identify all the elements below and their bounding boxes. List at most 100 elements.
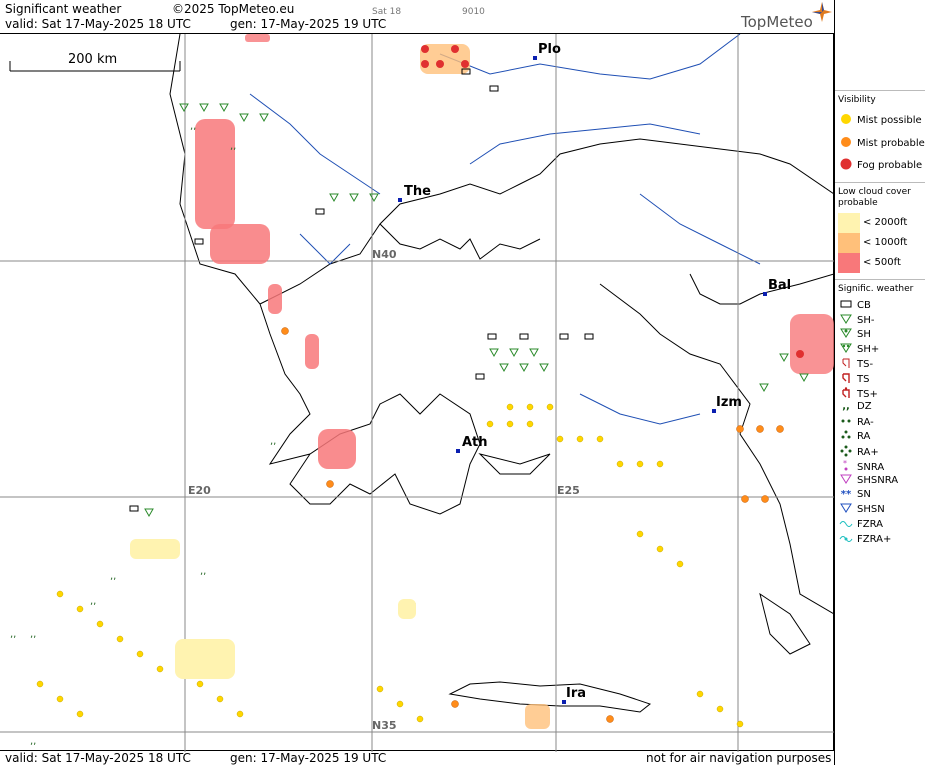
legend-item: Mist probable: [838, 136, 925, 152]
chart-title: Significant weather: [5, 2, 122, 16]
svg-text:,,: ,,: [190, 121, 196, 132]
grid-label-e20: E20: [188, 484, 211, 497]
snow-icon: **: [840, 488, 852, 500]
legend-item: SHSNRA: [838, 474, 898, 488]
legend-item: CB: [838, 299, 871, 313]
legend-item: FZRA: [838, 518, 883, 532]
legend-label: SNRA: [857, 461, 885, 473]
legend-label: Fog probable: [857, 160, 923, 171]
legend-item: SH-: [838, 314, 874, 328]
thunderstorm-heavy-icon: [838, 386, 854, 403]
footer-gen-time: gen: 17-May-2025 19 UTC: [230, 751, 387, 765]
city-label-bal: Bal: [768, 278, 792, 293]
scale-label: 200 km: [68, 52, 118, 67]
city-label-izm: Izm: [716, 395, 742, 410]
legend-label: < 500ft: [863, 257, 901, 268]
legend-label: SN: [857, 488, 871, 500]
shower-light-icon: [838, 314, 854, 328]
legend-item: TS: [838, 372, 869, 388]
fog-probable-icon: [838, 158, 854, 174]
footer-disclaimer: not for air navigation purposes: [646, 751, 832, 765]
compass-logo-icon: [812, 2, 832, 22]
svg-text:,,: ,,: [30, 736, 36, 747]
legend-visibility-title: Visibility: [838, 95, 876, 105]
weather-map: ,,,,,, ,,,,,, ,,,,,, 200 km Plo The Bal …: [0, 33, 834, 752]
svg-text:,,: ,,: [230, 141, 236, 152]
copyright: ©2025 TopMeteo.eu: [172, 2, 295, 16]
grid-label-e25: E25: [557, 484, 580, 497]
legend-item: RA+: [838, 445, 879, 461]
legend-low-cloud-title: Low cloud cover probable: [838, 187, 911, 208]
legend-label: SH-: [857, 314, 875, 326]
shower-heavy-icon: [838, 343, 854, 357]
legend-label: TS-: [857, 359, 874, 371]
shower-snow-icon: [838, 503, 854, 517]
legend-item: * SNRA: [838, 459, 885, 476]
rain-heavy-icon: [838, 445, 854, 461]
footer-valid-time: valid: Sat 17-May-2025 18 UTC: [5, 751, 191, 765]
legend-item: RA-: [838, 416, 874, 430]
shower-icon: [838, 328, 854, 342]
low-cloud-gradient-icon: [838, 213, 860, 273]
city-label-ira: Ira: [566, 686, 587, 701]
legend-item: ** SN: [838, 489, 871, 501]
legend-item: Mist possible: [838, 113, 922, 129]
thunderstorm-icon: [838, 372, 854, 388]
legend-label: DZ: [857, 401, 872, 413]
valid-time: valid: Sat 17-May-2025 18 UTC: [5, 17, 191, 31]
drizzle-icon: ,,: [842, 401, 850, 413]
legend-item: RA: [838, 430, 870, 444]
legend-item: ,, DZ: [838, 401, 872, 413]
legend-label: CB: [857, 300, 871, 311]
legend-label: Mist probable: [857, 138, 925, 149]
gen-time: gen: 17-May-2025 19 UTC: [230, 17, 387, 31]
legend-label: Mist possible: [857, 115, 922, 126]
legend-item: Fog probable: [838, 158, 922, 174]
legend-item: TS+: [838, 386, 878, 403]
legend-label: < 2000ft: [863, 217, 908, 228]
low-cloud-areas: [130, 34, 834, 729]
legend-item: SHSN: [838, 503, 885, 517]
grid-label-n40: N40: [372, 248, 397, 261]
mist-probable-icon: [838, 136, 854, 152]
svg-text:*: *: [843, 460, 847, 468]
freezing-rain-icon: [838, 518, 854, 532]
svg-text:,,: ,,: [110, 571, 116, 582]
legend-signif-title: Signific. weather: [838, 284, 914, 294]
svg-text:,,: ,,: [200, 566, 206, 577]
legend-label: TS: [857, 374, 870, 385]
city-label-ath: Ath: [462, 435, 488, 450]
svg-text:,,: ,,: [90, 596, 96, 607]
legend-item: SH+: [838, 343, 879, 357]
rain-icon: [838, 430, 854, 444]
svg-text:,,: ,,: [270, 436, 276, 447]
cb-icon: [838, 299, 854, 313]
legend-label: FZRA+: [857, 533, 892, 545]
legend-label: RA+: [857, 447, 879, 458]
legend-label: SHSNRA: [857, 475, 899, 487]
rain-light-icon: [838, 416, 854, 430]
legend-panel: Visibility Mist possible Mist probable F…: [834, 0, 925, 765]
legend-item: SH: [838, 328, 871, 342]
snow-rain-icon: *: [838, 459, 854, 476]
shower-snow-rain-icon: [838, 474, 854, 488]
legend-label: TS+: [857, 388, 878, 400]
legend-label: FZRA: [857, 519, 883, 530]
city-label-the: The: [404, 184, 431, 199]
mist-possible-icon: [838, 113, 854, 129]
legend-item: TS-: [838, 357, 873, 373]
freezing-rain-heavy-icon: [838, 533, 854, 547]
svg-text:,,: ,,: [10, 629, 16, 640]
legend-label: SHSN: [857, 504, 885, 516]
thunderstorm-light-icon: [838, 357, 854, 373]
legend-item: FZRA+: [838, 533, 891, 547]
legend-label: RA: [857, 431, 871, 443]
city-label-plo: Plo: [538, 42, 561, 57]
brand-logo: TopMeteo: [741, 13, 813, 31]
legend-label: RA-: [857, 416, 874, 428]
legend-label: SH+: [857, 343, 880, 355]
svg-text:,,: ,,: [30, 629, 36, 640]
grid-label-n35: N35: [372, 719, 397, 732]
product-code: 9010: [462, 7, 485, 17]
legend-label: SH: [857, 329, 871, 341]
